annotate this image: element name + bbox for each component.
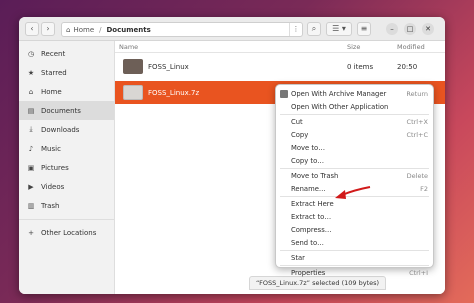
column-size[interactable]: Size — [347, 43, 397, 51]
sidebar-item-recent[interactable]: ◷ Recent — [19, 44, 114, 63]
menu-item-open-archive-manager[interactable]: Open With Archive Manager Return — [276, 88, 433, 101]
search-button[interactable]: ⌕ — [307, 22, 321, 36]
sidebar-item-label: Pictures — [41, 163, 69, 172]
menu-item-accel: Ctrl+I — [409, 268, 428, 277]
menu-item-compress[interactable]: Compress… — [276, 223, 433, 236]
column-modified[interactable]: Modified — [397, 43, 445, 51]
menu-item-label: Star — [291, 253, 305, 262]
archive-manager-icon — [280, 90, 288, 99]
sidebar-item-home[interactable]: ⌂ Home — [19, 82, 114, 101]
view-toggle-button[interactable]: ☰ ▾ — [326, 22, 352, 36]
file-size: 0 items — [347, 62, 374, 71]
chevron-right-icon: › — [46, 24, 50, 33]
hamburger-menu-button[interactable]: ≡ — [357, 22, 371, 36]
sidebar-item-label: Videos — [41, 182, 65, 191]
menu-icon: ≡ — [360, 24, 368, 33]
sidebar-divider — [19, 219, 114, 220]
breadcrumb-home[interactable]: Home — [73, 26, 94, 34]
star-icon: ★ — [27, 68, 35, 77]
sidebar-item-label: Documents — [41, 106, 81, 115]
menu-item-accel: Delete — [406, 172, 428, 181]
close-button[interactable]: ✕ — [422, 23, 434, 35]
menu-item-open-other-app[interactable]: Open With Other Application — [276, 101, 433, 114]
headerbar: ‹ › ⌂ Home / Documents ⋮ ⌕ ☰ ▾ ≡ – □ ✕ — [19, 17, 445, 41]
path-bar[interactable]: ⌂ Home / Documents ⋮ — [61, 22, 303, 37]
sidebar-item-downloads[interactable]: ⤓ Downloads — [19, 120, 114, 139]
menu-item-send-to[interactable]: Send to… — [276, 236, 433, 249]
sidebar-item-starred[interactable]: ★ Starred — [19, 63, 114, 82]
sidebar-item-music[interactable]: ♪ Music — [19, 139, 114, 158]
sidebar: ◷ Recent ★ Starred ⌂ Home ▤ Documents ⤓ Downl… — [19, 41, 115, 294]
menu-item-move-to-trash[interactable]: Move to Trash Delete — [276, 170, 433, 183]
sidebar-item-label: Trash — [41, 201, 60, 210]
column-name[interactable]: Name — [115, 43, 347, 51]
video-icon: ▶ — [28, 182, 34, 191]
menu-item-label: Copy — [291, 131, 309, 140]
menu-item-accel: Ctrl+X — [406, 118, 428, 127]
archive-icon — [123, 85, 143, 100]
menu-item-label: Open With Archive Manager — [291, 90, 387, 99]
sidebar-item-trash[interactable]: ▥ Trash — [19, 196, 114, 215]
minimize-button[interactable]: – — [386, 23, 398, 35]
sidebar-item-label: Home — [41, 87, 62, 96]
menu-item-star[interactable]: Star — [276, 251, 433, 264]
breadcrumb-documents[interactable]: Documents — [106, 26, 150, 34]
chevron-left-icon: ‹ — [30, 24, 34, 33]
menu-item-extract-to[interactable]: Extract to… — [276, 211, 433, 224]
menu-item-properties[interactable]: Properties Ctrl+I — [276, 267, 433, 280]
file-row-folder[interactable]: FOSS_Linux 0 items 20:50 — [115, 55, 445, 78]
column-header: Name Size Modified — [115, 41, 445, 53]
search-icon: ⌕ — [311, 24, 317, 33]
menu-item-label: Copy to… — [291, 157, 325, 166]
menu-item-label: Rename… — [291, 185, 326, 194]
forward-button[interactable]: › — [41, 22, 55, 36]
menu-item-label: Extract to… — [291, 213, 332, 222]
menu-item-label: Open With Other Application — [291, 103, 389, 112]
path-menu-button[interactable]: ⋮ — [289, 23, 302, 36]
file-name: FOSS_Linux — [148, 62, 189, 71]
annotation-arrow-icon — [335, 186, 371, 199]
trash-icon: ▥ — [27, 201, 35, 210]
menu-item-label: Compress… — [291, 225, 332, 234]
sidebar-item-label: Downloads — [41, 125, 80, 134]
menu-item-accel: F2 — [420, 185, 428, 194]
menu-item-label: Send to… — [291, 238, 324, 247]
picture-icon: ▣ — [27, 163, 35, 172]
maximize-button[interactable]: □ — [404, 23, 416, 35]
sidebar-item-videos[interactable]: ▶ Videos — [19, 177, 114, 196]
document-icon: ▤ — [27, 106, 35, 115]
menu-item-label: Move to Trash — [291, 172, 339, 181]
folder-icon — [123, 59, 143, 74]
list-view-icon: ☰ ▾ — [332, 24, 346, 33]
menu-item-label: Extract Here — [291, 200, 334, 209]
sidebar-item-label: Other Locations — [41, 228, 97, 237]
menu-item-accel: Return — [406, 90, 428, 99]
sidebar-item-label: Music — [41, 144, 61, 153]
menu-item-copy-to[interactable]: Copy to… — [276, 155, 433, 168]
breadcrumb-separator: / — [99, 25, 102, 34]
back-button[interactable]: ‹ — [25, 22, 39, 36]
sidebar-item-label: Starred — [41, 68, 67, 77]
sidebar-item-documents[interactable]: ▤ Documents — [19, 101, 114, 120]
menu-item-cut[interactable]: Cut Ctrl+X — [276, 116, 433, 129]
download-icon: ⤓ — [29, 125, 33, 133]
plus-icon: + — [28, 228, 34, 237]
file-modified: 20:50 — [397, 62, 418, 71]
home-icon: ⌂ — [66, 25, 71, 34]
home-icon: ⌂ — [28, 87, 34, 96]
menu-item-move-to[interactable]: Move to… — [276, 142, 433, 155]
menu-item-copy[interactable]: Copy Ctrl+C — [276, 129, 433, 142]
music-icon: ♪ — [28, 144, 34, 153]
menu-item-label: Properties — [291, 268, 326, 277]
sidebar-item-pictures[interactable]: ▣ Pictures — [19, 158, 114, 177]
sidebar-item-other-locations[interactable]: + Other Locations — [19, 223, 114, 242]
menu-item-label: Move to… — [291, 144, 326, 153]
clock-icon: ◷ — [27, 49, 35, 58]
sidebar-item-label: Recent — [41, 49, 66, 58]
context-menu: Open With Archive Manager Return Open Wit… — [275, 84, 434, 277]
menu-item-accel: Ctrl+C — [406, 131, 428, 140]
menu-item-label: Cut — [291, 118, 303, 127]
